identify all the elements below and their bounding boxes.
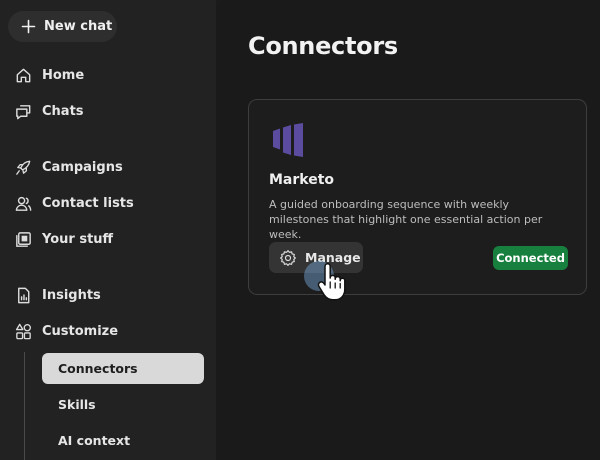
sidebar-item-contact-lists[interactable]: Contact lists bbox=[14, 192, 134, 214]
rocket-icon bbox=[14, 158, 33, 177]
home-icon bbox=[14, 66, 33, 85]
sidebar-item-label: Customize bbox=[42, 323, 119, 339]
chats-icon bbox=[14, 102, 33, 121]
new-chat-label: New chat bbox=[44, 19, 113, 34]
sidebar-item-label: Campaigns bbox=[42, 159, 123, 175]
submenu-divider bbox=[24, 352, 25, 460]
sidebar-item-campaigns[interactable]: Campaigns bbox=[14, 156, 123, 178]
sidebar-item-label: Chats bbox=[42, 103, 84, 119]
folder-icon bbox=[14, 230, 33, 249]
sidebar-item-your-stuff[interactable]: Your stuff bbox=[14, 228, 113, 250]
sidebar-subitem-label: Connectors bbox=[58, 361, 138, 376]
status-badge: Connected bbox=[493, 246, 568, 270]
page-title: Connectors bbox=[248, 32, 398, 60]
sidebar-subitem-skills[interactable]: Skills bbox=[42, 389, 204, 420]
connector-name: Marketo bbox=[269, 172, 335, 188]
grid-icon bbox=[14, 322, 33, 341]
sidebar-item-insights[interactable]: Insights bbox=[14, 284, 101, 306]
contacts-icon bbox=[14, 194, 33, 213]
sidebar-item-label: Home bbox=[42, 67, 85, 83]
marketo-logo-icon bbox=[272, 123, 306, 157]
sidebar-item-label: Your stuff bbox=[42, 231, 114, 247]
hand-cursor-icon bbox=[316, 262, 348, 302]
connector-description: A guided onboarding sequence with weekly… bbox=[269, 198, 543, 241]
sidebar-item-customize[interactable]: Customize bbox=[14, 320, 118, 342]
plus-icon bbox=[21, 19, 36, 34]
insights-icon bbox=[14, 286, 33, 305]
sidebar-subitem-label: Skills bbox=[58, 397, 96, 412]
sidebar-item-label: Insights bbox=[42, 287, 101, 303]
new-chat-button[interactable]: New chat bbox=[8, 11, 117, 42]
sidebar-subitem-label: AI context bbox=[58, 433, 131, 448]
sidebar: New chat Home Chats Campaigns Contact li… bbox=[0, 0, 216, 460]
sidebar-item-home[interactable]: Home bbox=[14, 64, 84, 86]
sidebar-item-label: Contact lists bbox=[42, 195, 134, 211]
sidebar-item-chats[interactable]: Chats bbox=[14, 100, 84, 122]
sidebar-subitem-connectors[interactable]: Connectors bbox=[42, 353, 204, 384]
sidebar-subitem-ai-context[interactable]: AI context bbox=[42, 425, 204, 456]
gear-icon bbox=[279, 249, 297, 267]
